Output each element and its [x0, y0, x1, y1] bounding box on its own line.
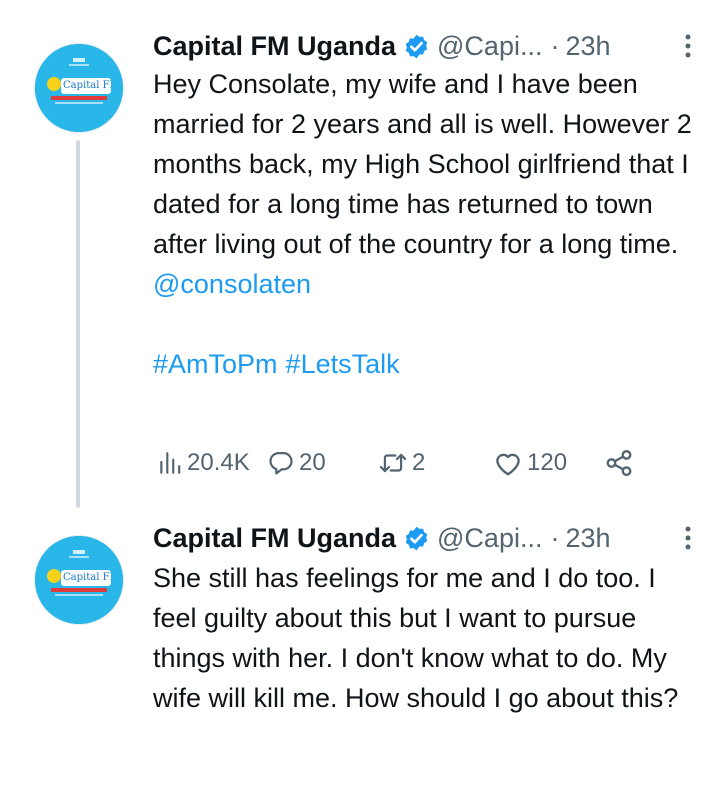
- avatar[interactable]: Capital FM: [34, 535, 124, 625]
- reply-button[interactable]: 20: [267, 443, 326, 483]
- like-count: 120: [527, 449, 568, 476]
- share-icon: [606, 449, 632, 477]
- separator-dot: ·: [550, 30, 560, 61]
- thread-line: [76, 140, 80, 508]
- timestamp[interactable]: 23h: [565, 31, 610, 62]
- tweet-text-content: Hey Consolate, my wife and I have been m…: [153, 69, 692, 259]
- more-options-icon[interactable]: [683, 32, 693, 60]
- mention-link[interactable]: @consolaten: [153, 264, 703, 304]
- views-count: 20.4K: [187, 449, 250, 476]
- verified-badge-icon: [405, 34, 428, 58]
- author-handle[interactable]: @Capi...: [437, 31, 542, 62]
- reply-count: 20: [299, 449, 326, 476]
- hashtag-link[interactable]: #LetsTalk: [286, 349, 400, 379]
- author-name[interactable]: Capital FM Uganda: [153, 523, 396, 554]
- views-icon: [160, 452, 181, 474]
- retweet-count: 2: [412, 449, 426, 476]
- tweet-text-content: She still has feelings for me and I do t…: [153, 563, 679, 713]
- author-handle[interactable]: @Capi...: [437, 523, 542, 554]
- tweet-header: Capital FM Uganda @Capi... · 23h: [153, 518, 693, 558]
- tweet-text: She still has feelings for me and I do t…: [153, 558, 703, 718]
- hashtag-list: #AmToPm #LetsTalk: [153, 344, 703, 384]
- timestamp[interactable]: 23h: [565, 523, 610, 554]
- avatar[interactable]: Capital FM: [34, 43, 124, 133]
- tweet-header: Capital FM Uganda @Capi... · 23h: [153, 26, 693, 66]
- retweet-button[interactable]: 2: [378, 443, 425, 483]
- author-name[interactable]: Capital FM Uganda: [153, 31, 396, 62]
- verified-badge-icon: [405, 526, 428, 550]
- hashtag-link[interactable]: #AmToPm: [153, 349, 278, 379]
- avatar-logo-text: Capital FM: [63, 80, 111, 91]
- separator-dot: ·: [550, 522, 560, 553]
- tweet-actions: 20.4K 20 2 120: [153, 443, 693, 483]
- like-button[interactable]: 120: [493, 443, 567, 483]
- share-button[interactable]: [604, 443, 634, 483]
- like-icon: [496, 453, 520, 476]
- reply-icon: [269, 451, 293, 475]
- avatar-logo-text: Capital FM: [63, 572, 111, 583]
- tweet[interactable]: Capital FM Capital FM Uganda @Capi... · …: [0, 0, 720, 508]
- tweet[interactable]: Capital FM Capital FM Uganda @Capi... · …: [0, 500, 720, 791]
- views-button[interactable]: 20.4K: [157, 443, 250, 483]
- retweet-icon: [379, 453, 407, 473]
- tweet-text: Hey Consolate, my wife and I have been m…: [153, 64, 703, 384]
- more-options-icon[interactable]: [683, 524, 693, 552]
